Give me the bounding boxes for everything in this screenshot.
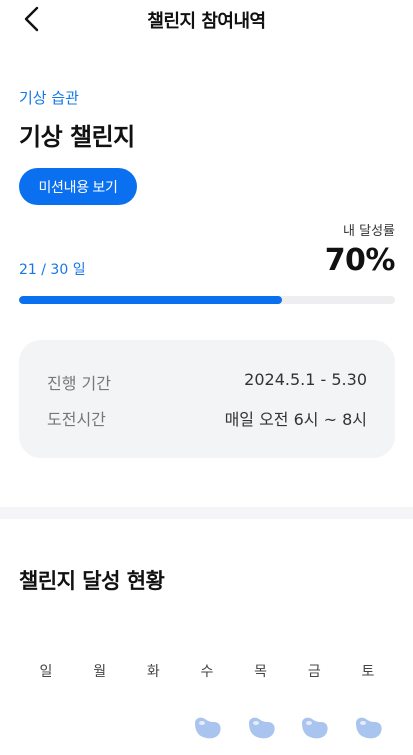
weekday-label: 수 <box>200 664 214 680</box>
period-value: 2024.5.1 - 5.30 <box>244 370 367 389</box>
time-row: 도전시간 매일 오전 6시 ~ 8시 <box>47 406 367 430</box>
challenge-category: 기상 습관 <box>19 89 79 107</box>
bean-stamp-icon <box>194 717 221 739</box>
day-stamp-cell <box>127 712 179 744</box>
section-divider <box>0 507 413 519</box>
day-stamp-cell <box>74 712 126 744</box>
bean-stamp-icon <box>248 717 275 739</box>
weekday-label: 화 <box>146 664 160 680</box>
weekday-label: 월 <box>93 664 107 680</box>
period-label: 진행 기간 <box>47 374 111 393</box>
weekday-label: 금 <box>307 664 321 680</box>
time-label: 도전시간 <box>47 410 106 429</box>
header-bar: 챌린지 참여내역 <box>0 0 413 36</box>
progress-bar-fill <box>19 296 283 304</box>
day-stamp-cell <box>20 712 72 744</box>
page-title: 챌린지 참여내역 <box>147 11 266 32</box>
day-stamp-cell <box>235 712 287 744</box>
progress-bar <box>19 296 395 304</box>
day-stamp-cell <box>342 712 394 744</box>
stamp-row <box>20 712 394 744</box>
weekday-label: 토 <box>361 664 375 680</box>
period-row: 진행 기간 2024.5.1 - 5.30 <box>47 370 367 394</box>
status-section-title: 챌린지 달성 현황 <box>19 569 165 593</box>
days-progress-text: 21 / 30 일 <box>19 262 86 278</box>
day-stamp-cell <box>181 712 233 744</box>
challenge-title: 기상 챌린지 <box>19 123 135 151</box>
achievement-rate-label: 내 달성률 <box>343 224 395 239</box>
achievement-rate-value: 70% <box>324 243 396 278</box>
weekday-label: 목 <box>254 664 268 680</box>
time-value: 매일 오전 6시 ~ 8시 <box>224 410 367 429</box>
bean-stamp-icon <box>302 717 328 739</box>
weekday-header: 일 월 화 수 목 금 토 <box>20 661 394 681</box>
weekday-label: 일 <box>39 664 53 680</box>
challenge-info-card: 진행 기간 2024.5.1 - 5.30 도전시간 매일 오전 6시 ~ 8시 <box>19 340 395 458</box>
view-mission-button[interactable]: 미션내용 보기 <box>19 168 137 205</box>
bean-stamp-icon <box>355 717 382 739</box>
day-stamp-cell <box>288 712 340 744</box>
